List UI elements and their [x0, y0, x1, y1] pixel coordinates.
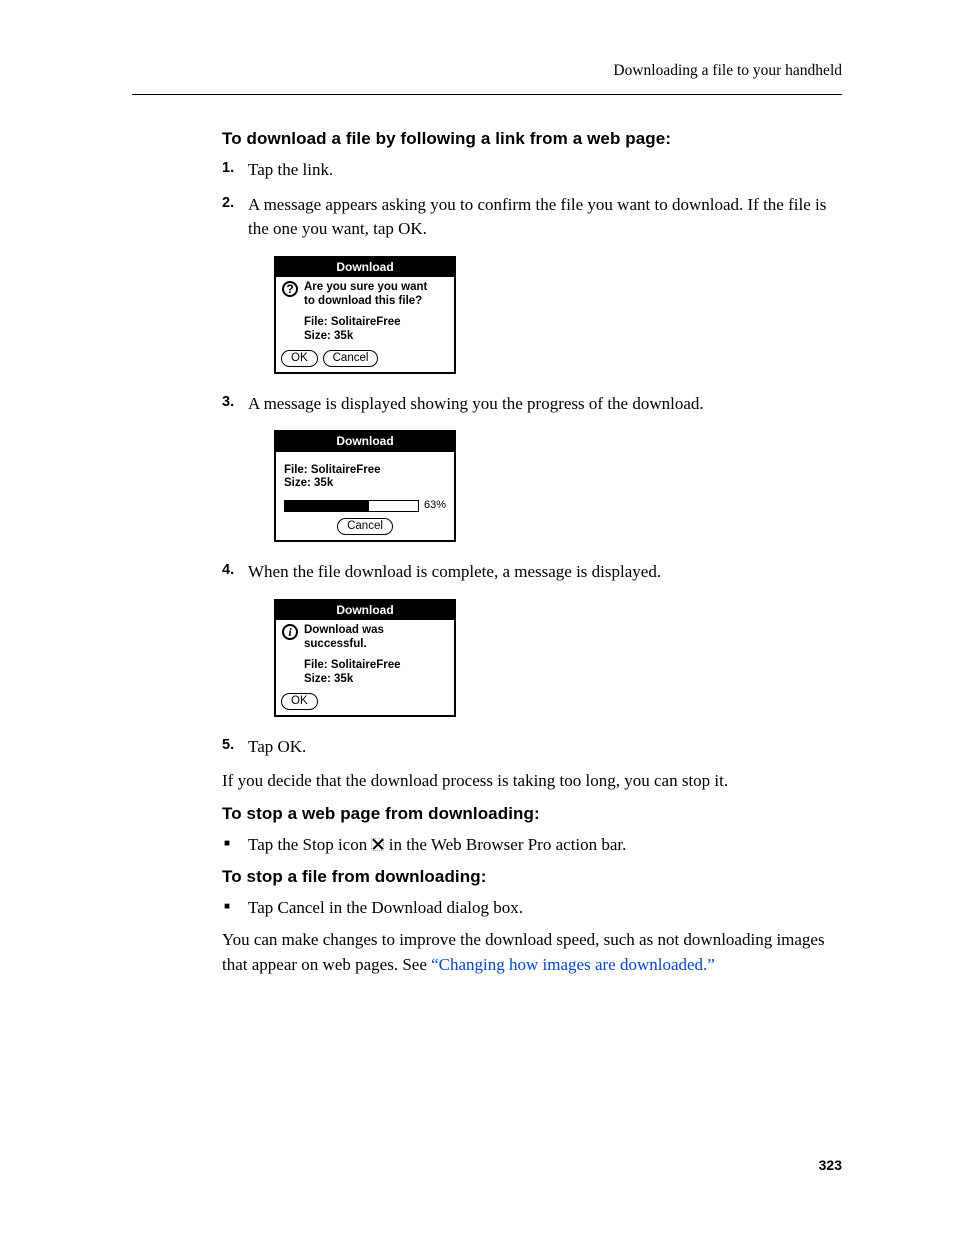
dialog-title: Download [276, 258, 454, 277]
heading-stop-page: To stop a web page from downloading: [222, 802, 842, 827]
improve-speed-paragraph: You can make changes to improve the down… [222, 928, 842, 977]
dialog-size: Size: 35k [304, 330, 448, 344]
step-5-text: Tap OK. [248, 735, 842, 760]
dialog-message-line2: to download this file? [304, 295, 448, 309]
figure-done-dialog: Download i Download was successful. File [274, 599, 842, 717]
dialog-title: Download [276, 601, 454, 620]
stop-page-text-pre: Tap the Stop icon [248, 835, 371, 854]
dialog-file: File: SolitaireFree [304, 659, 448, 673]
stop-page-list: Tap the Stop icon in the Web Browser Pro… [222, 833, 842, 858]
download-confirm-dialog: Download ? Are you sure you want to down… [274, 256, 456, 374]
step-3-text: A message is displayed showing you the p… [248, 392, 842, 417]
stop-file-text: Tap Cancel in the Download dialog box. [248, 898, 523, 917]
step-4-text: When the file download is complete, a me… [248, 560, 842, 585]
step-2: A message appears asking you to confirm … [222, 193, 842, 374]
dialog-message-line1: Are you sure you want [304, 281, 448, 295]
page-content: To download a file by following a link f… [222, 127, 842, 977]
dialog-size: Size: 35k [304, 673, 448, 687]
link-changing-images[interactable]: “Changing how images are downloaded.” [431, 955, 715, 974]
dialog-message: Are you sure you want to download this f… [304, 281, 448, 309]
download-progress-dialog: Download File: SolitaireFree Size: 35k 6… [274, 430, 456, 542]
header-rule [132, 94, 842, 95]
dialog-size: Size: 35k [284, 477, 446, 491]
dialog-message-line1: Download was [304, 624, 448, 638]
figure-progress-dialog: Download File: SolitaireFree Size: 35k 6… [274, 430, 842, 542]
dialog-file: File: SolitaireFree [304, 316, 448, 330]
dialog-file: File: SolitaireFree [284, 464, 446, 478]
link-text: “Changing how images are downloaded.” [431, 955, 715, 974]
ok-button[interactable]: OK [281, 693, 318, 710]
stop-intro-paragraph: If you decide that the download process … [222, 769, 842, 794]
dialog-message-line2: successful. [304, 638, 448, 652]
page-number: 323 [819, 1155, 842, 1175]
heading-download-link: To download a file by following a link f… [222, 127, 842, 152]
info-icon: i [282, 624, 298, 640]
steps-list: Tap the link. A message appears asking y… [222, 158, 842, 759]
step-1-text: Tap the link. [248, 158, 842, 183]
stop-icon [371, 838, 384, 851]
stop-file-list: Tap Cancel in the Download dialog box. [222, 896, 842, 921]
ok-button[interactable]: OK [281, 350, 318, 367]
step-5: Tap OK. [222, 735, 842, 760]
progress-percent: 63% [424, 499, 446, 512]
cancel-button[interactable]: Cancel [337, 518, 393, 535]
progress-bar [284, 500, 419, 512]
cancel-button[interactable]: Cancel [323, 350, 379, 367]
step-2-text: A message appears asking you to confirm … [248, 193, 842, 242]
figure-confirm-dialog: Download ? Are you sure you want to down… [274, 256, 842, 374]
progress-row: 63% [284, 499, 446, 512]
question-icon: ? [282, 281, 298, 297]
stop-file-bullet: Tap Cancel in the Download dialog box. [222, 896, 842, 921]
running-head: Downloading a file to your handheld [132, 60, 842, 82]
stop-page-text-post: in the Web Browser Pro action bar. [384, 835, 626, 854]
dialog-title: Download [276, 432, 454, 451]
heading-stop-file: To stop a file from downloading: [222, 865, 842, 890]
stop-page-bullet: Tap the Stop icon in the Web Browser Pro… [222, 833, 842, 858]
step-1: Tap the link. [222, 158, 842, 183]
step-3: A message is displayed showing you the p… [222, 392, 842, 543]
step-4: When the file download is complete, a me… [222, 560, 842, 716]
download-done-dialog: Download i Download was successful. File [274, 599, 456, 717]
progress-fill [285, 501, 369, 511]
dialog-message: Download was successful. [304, 624, 448, 652]
